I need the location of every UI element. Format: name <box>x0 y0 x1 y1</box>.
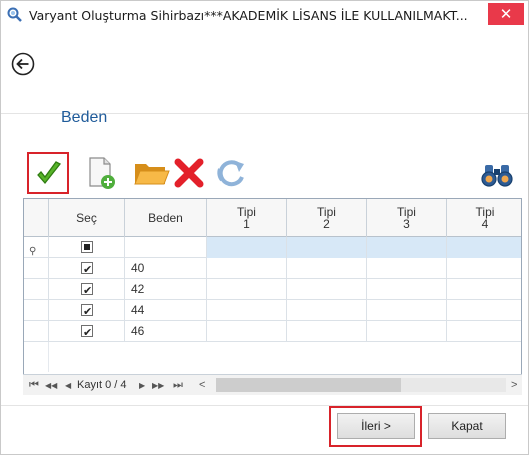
nav-next-page-button[interactable]: ▶▶ <box>152 381 164 390</box>
select-all-checkbox[interactable] <box>81 241 93 253</box>
row-indicator: ⚲ <box>24 237 49 258</box>
toolbar <box>23 152 522 195</box>
beden-cell[interactable]: 40 <box>125 258 207 279</box>
close-button[interactable]: Kapat <box>428 413 506 439</box>
sec-cell[interactable]: ✔ <box>49 300 125 321</box>
sec-cell[interactable]: ✔ <box>49 258 125 279</box>
row-select-checkbox[interactable]: ✔ <box>81 304 93 318</box>
tipi-3-cell[interactable] <box>367 258 447 279</box>
refresh-icon[interactable] <box>211 153 251 193</box>
new-row-beden-cell[interactable] <box>125 237 207 258</box>
table-row[interactable]: ✔ 46 <box>24 321 521 342</box>
tipi-4-cell[interactable] <box>447 279 521 300</box>
row-indicator <box>24 279 49 300</box>
grid-header: Seç Beden Tipi 1 Tipi 2 Tipi 3 Tipi 4 <box>24 199 521 237</box>
grid-header-indicator <box>24 199 49 237</box>
new-document-icon[interactable] <box>81 153 121 193</box>
tipi-2-cell[interactable] <box>287 321 367 342</box>
nav-prev-page-button[interactable]: ◀◀ <box>45 381 57 390</box>
row-indicator <box>24 300 49 321</box>
tipi-4-cell[interactable] <box>447 258 521 279</box>
row-indicator <box>24 321 49 342</box>
tipi-2-cell[interactable] <box>287 300 367 321</box>
tipi-4-cell[interactable] <box>447 321 521 342</box>
row-select-checkbox[interactable]: ✔ <box>81 325 93 339</box>
open-folder-icon[interactable] <box>131 153 171 193</box>
window-title: Varyant Oluşturma Sihirbazı***AKADEMİK L… <box>29 8 468 23</box>
green-checkmark-icon[interactable] <box>29 154 69 194</box>
nav-last-button[interactable]: ⏭ <box>173 379 183 392</box>
beden-cell[interactable]: 46 <box>125 321 207 342</box>
checkmark-icon: ✔ <box>83 285 93 297</box>
sec-cell[interactable]: ✔ <box>49 279 125 300</box>
tipi-1-cell[interactable] <box>207 300 287 321</box>
tipi-2-cell[interactable] <box>287 258 367 279</box>
scroll-left-button[interactable]: < <box>199 379 205 391</box>
beden-cell[interactable]: 42 <box>125 279 207 300</box>
tipi-1-cell[interactable] <box>207 258 287 279</box>
title-bar: Varyant Oluşturma Sihirbazı***AKADEMİK L… <box>1 1 528 29</box>
record-navigator: ⏮ ◀◀ ◀ Kayıt 0 / 4 ▶ ▶▶ ⏭ < > <box>23 374 522 395</box>
red-x-delete-icon[interactable] <box>169 153 209 193</box>
binoculars-icon[interactable] <box>477 153 517 193</box>
window-close-button[interactable]: ✕ <box>488 3 524 25</box>
tipi-1-cell[interactable] <box>207 279 287 300</box>
grid-header-tipi-3[interactable]: Tipi 3 <box>367 199 447 237</box>
size-grid: Seç Beden Tipi1 Tipi2 Tipi3 Tipi4 ⚲ <box>23 198 522 394</box>
grid-header-tipi-4[interactable]: Tipi 4 <box>447 199 521 237</box>
tipi-2-cell[interactable] <box>287 279 367 300</box>
tipi-4-cell[interactable] <box>447 300 521 321</box>
table-row[interactable]: ✔ 44 <box>24 300 521 321</box>
grid-header-tipi-1[interactable]: Tipi 1 <box>207 199 287 237</box>
grid-header-beden[interactable]: Beden <box>125 199 207 237</box>
app-icon <box>7 7 22 22</box>
scrollbar-thumb[interactable] <box>216 378 401 392</box>
back-arrow-icon[interactable] <box>11 52 35 76</box>
page-title: Beden <box>61 109 108 126</box>
new-row-tipi3-cell[interactable] <box>367 237 447 258</box>
grid-header-tipi-2[interactable]: Tipi 2 <box>287 199 367 237</box>
table-row[interactable]: ✔ 40 <box>24 258 521 279</box>
nav-first-button[interactable]: ⏮ <box>29 379 39 392</box>
new-row-tipi2-cell[interactable] <box>287 237 367 258</box>
row-select-checkbox[interactable]: ✔ <box>81 283 93 297</box>
footer-divider <box>1 405 528 406</box>
beden-cell[interactable]: 44 <box>125 300 207 321</box>
checkmark-icon: ✔ <box>83 306 93 318</box>
grid-new-row[interactable]: ⚲ <box>24 237 521 258</box>
empty-column-line <box>48 342 49 372</box>
record-counter: Kayıt 0 / 4 <box>77 379 127 391</box>
row-indicator <box>24 258 49 279</box>
tipi-3-cell[interactable] <box>367 321 447 342</box>
new-row-tipi1-cell[interactable] <box>207 237 287 258</box>
checkmark-icon: ✔ <box>83 327 93 339</box>
scroll-right-button[interactable]: > <box>511 379 517 391</box>
new-row-sec-cell[interactable] <box>49 237 125 258</box>
next-button[interactable]: İleri > <box>337 413 415 439</box>
table-row[interactable]: ✔ 42 <box>24 279 521 300</box>
tipi-3-cell[interactable] <box>367 300 447 321</box>
sec-cell[interactable]: ✔ <box>49 321 125 342</box>
nav-next-button[interactable]: ▶ <box>139 381 145 390</box>
new-row-tipi4-cell[interactable] <box>447 237 521 258</box>
checkmark-icon: ✔ <box>83 264 93 276</box>
grid-header-sec[interactable]: Seç <box>49 199 125 237</box>
tipi-3-cell[interactable] <box>367 279 447 300</box>
wizard-header <box>1 29 528 147</box>
wizard-window: Varyant Oluşturma Sihirbazı***AKADEMİK L… <box>0 0 529 455</box>
nav-prev-button[interactable]: ◀ <box>65 381 71 390</box>
row-select-checkbox[interactable]: ✔ <box>81 262 93 276</box>
tipi-1-cell[interactable] <box>207 321 287 342</box>
